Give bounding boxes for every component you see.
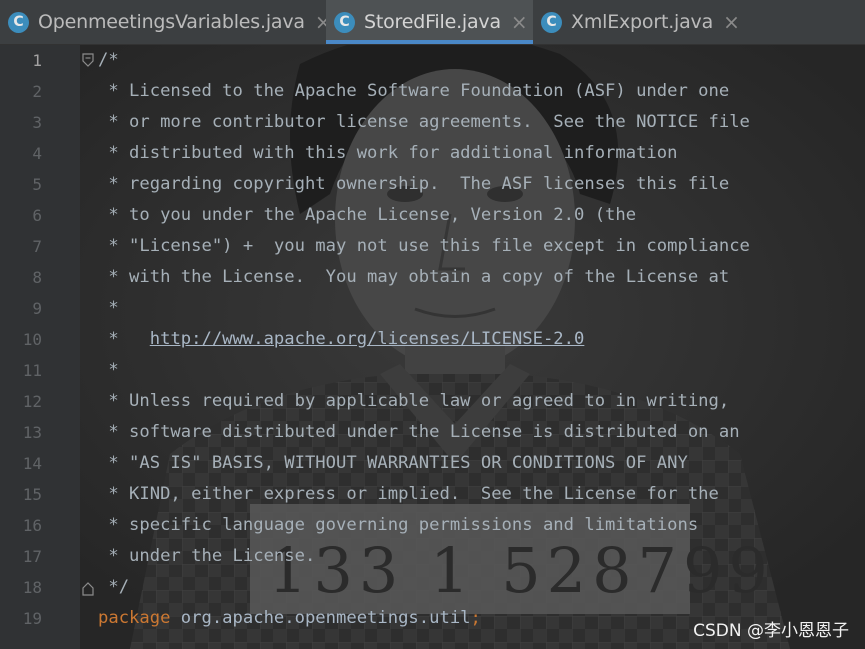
- package-keyword: package: [98, 608, 171, 628]
- csdn-watermark: CSDN @李小恩恩子: [693, 621, 849, 641]
- code-line-17: * under the License.: [98, 546, 316, 566]
- line-number: 13: [22, 423, 42, 442]
- line-number: 15: [22, 485, 42, 504]
- line-number: 17: [22, 547, 42, 566]
- code-editor[interactable]: /* * Licensed to the Apache Software Fou…: [98, 44, 865, 649]
- line-number: 10: [22, 330, 42, 349]
- line-number: 18: [22, 578, 42, 597]
- line-number: 19: [22, 609, 42, 628]
- code-line-14: * "AS IS" BASIS, WITHOUT WARRANTIES OR C…: [98, 453, 688, 473]
- tab-label: StoredFile.java: [364, 11, 501, 33]
- close-icon[interactable]: ×: [723, 12, 740, 32]
- line-number: 9: [32, 299, 42, 318]
- line-number: 3: [32, 113, 42, 132]
- code-line-9: *: [98, 298, 119, 318]
- line-number: 7: [32, 237, 42, 256]
- license-url-link[interactable]: http://www.apache.org/licenses/LICENSE-2…: [150, 329, 585, 349]
- code-line-4: * distributed with this work for additio…: [98, 143, 678, 163]
- code-line-13: * software distributed under the License…: [98, 422, 740, 442]
- tab-stored-file[interactable]: C StoredFile.java ×: [326, 0, 533, 44]
- tab-label: XmlExport.java: [571, 11, 714, 33]
- code-line-11: *: [98, 360, 119, 380]
- line-number-gutter[interactable]: 1 2 3 4 5 6 7 8 9 10 11 12 13 14 15 16 17 18 19: [0, 44, 80, 649]
- line-number: 8: [32, 268, 42, 287]
- code-line-5: * regarding copyright ownership. The ASF…: [98, 174, 730, 194]
- code-line-19: package org.apache.openmeetings.util;: [98, 603, 481, 634]
- line-number: 2: [32, 82, 42, 101]
- code-line-6: * to you under the Apache License, Versi…: [98, 205, 637, 225]
- fold-collapse-icon[interactable]: [82, 53, 94, 67]
- code-line-12: * Unless required by applicable law or a…: [98, 391, 730, 411]
- close-icon[interactable]: ×: [511, 12, 528, 32]
- code-line-8: * with the License. You may obtain a cop…: [98, 267, 730, 287]
- java-class-icon: C: [334, 11, 355, 33]
- tab-label: OpenmeetingsVariables.java: [38, 11, 305, 33]
- line-number: 5: [32, 175, 42, 194]
- code-line-15: * KIND, either express or implied. See t…: [98, 484, 719, 504]
- line-number: 14: [22, 454, 42, 473]
- line-number: 1: [32, 51, 42, 70]
- ide-window: 133 1 528799 C OpenmeetingsVariables.jav…: [0, 0, 865, 649]
- comment-prefix: *: [98, 329, 150, 349]
- line-number: 11: [22, 361, 42, 380]
- tab-xml-export[interactable]: C XmlExport.java ×: [533, 0, 743, 44]
- line-number: 4: [32, 144, 42, 163]
- code-line-3: * or more contributor license agreements…: [98, 112, 750, 132]
- package-name: org.apache.openmeetings.util: [170, 608, 471, 628]
- code-line-1: /*: [98, 50, 119, 70]
- line-number: 16: [22, 516, 42, 535]
- line-number: 6: [32, 206, 42, 225]
- fold-end-icon[interactable]: [82, 582, 94, 596]
- java-class-icon: C: [541, 11, 562, 33]
- code-line-7: * "License") + you may not use this file…: [98, 236, 750, 256]
- java-class-icon: C: [8, 11, 29, 33]
- code-line-10: * http://www.apache.org/licenses/LICENSE…: [98, 324, 584, 355]
- code-line-16: * specific language governing permission…: [98, 515, 699, 535]
- line-number: 12: [22, 392, 42, 411]
- code-line-18: */: [98, 577, 130, 597]
- editor-tab-bar: C OpenmeetingsVariables.java × C StoredF…: [0, 0, 865, 45]
- tab-openmeetings-variables[interactable]: C OpenmeetingsVariables.java ×: [0, 0, 332, 44]
- code-line-2: * Licensed to the Apache Software Founda…: [98, 81, 730, 101]
- semicolon: ;: [470, 608, 481, 628]
